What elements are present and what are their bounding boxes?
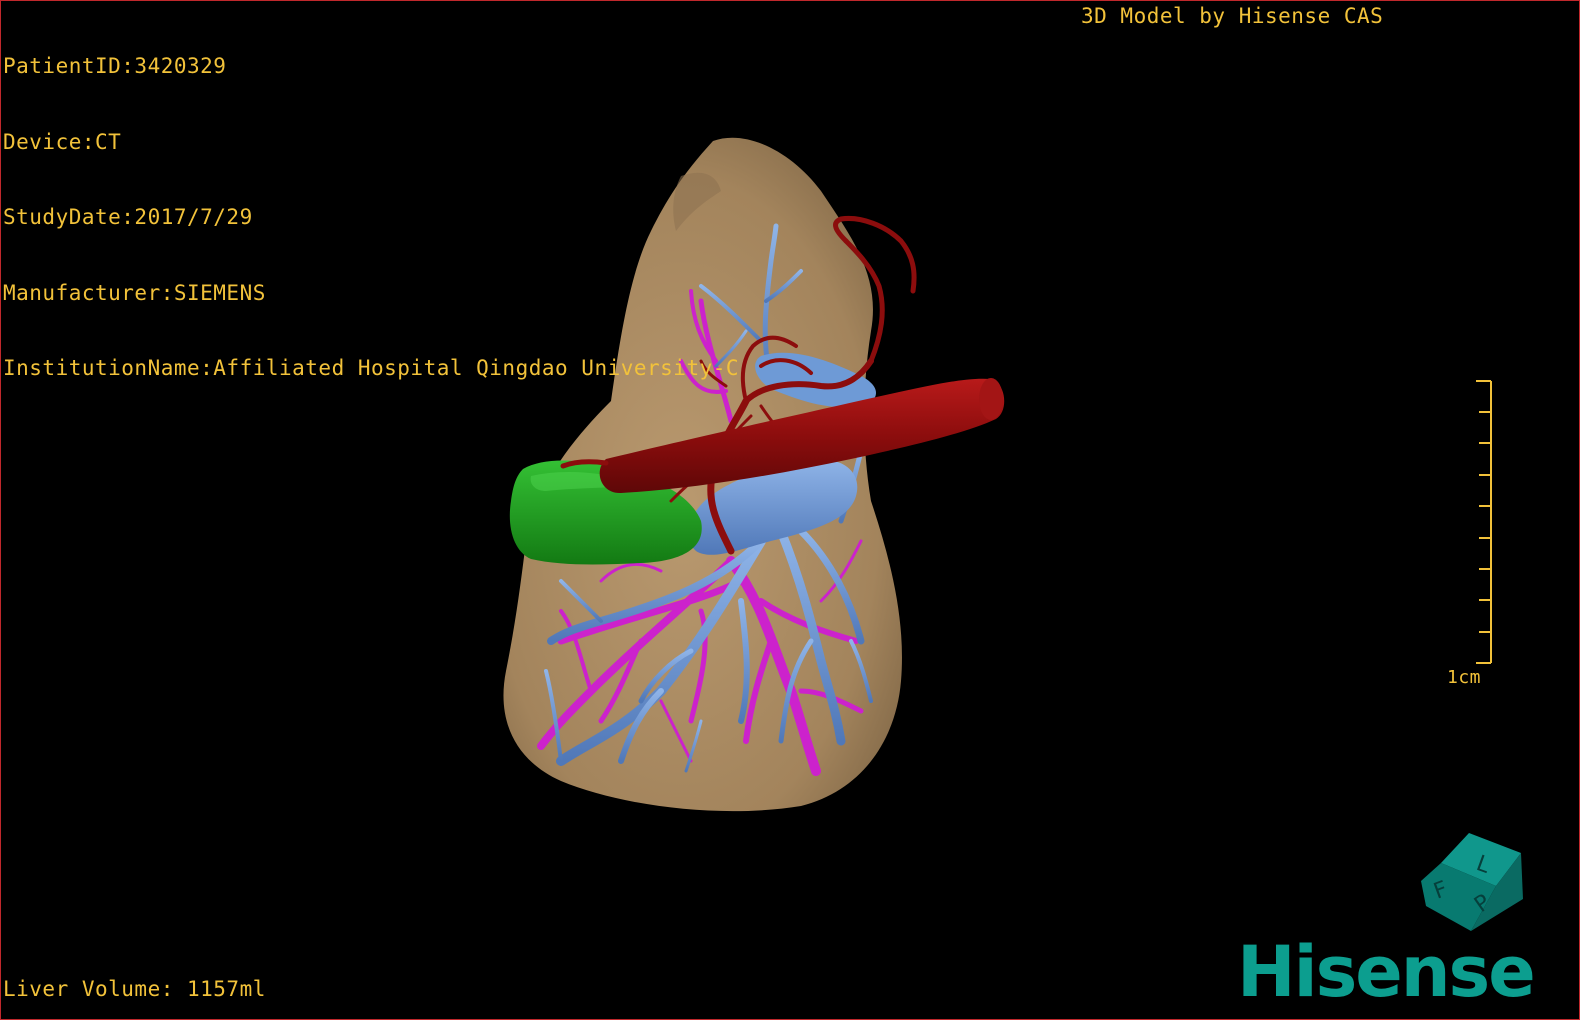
model-credit: 3D Model by Hisense CAS — [1081, 4, 1384, 28]
study-date: StudyDate:2017/7/29 — [3, 205, 253, 229]
patient-id: PatientID:3420329 — [3, 54, 227, 78]
institution-name: InstitutionName:Affiliated Hospital Qing… — [3, 356, 740, 380]
hisense-logo: Hisense — [1237, 931, 1536, 1013]
3d-viewport[interactable]: F L P PatientID:3420329 Device:CT StudyD… — [0, 0, 1580, 1020]
scale-bar-label: 1cm — [1447, 667, 1482, 688]
device: Device:CT — [3, 129, 122, 154]
dicom-info-panel: PatientID:3420329 Device:CT StudyDate:20… — [3, 4, 739, 432]
manufacturer: Manufacturer:SIEMENS — [3, 280, 266, 305]
liver-volume: Liver Volume: 1157ml — [3, 977, 266, 1001]
orientation-cube-icon[interactable]: F L P — [1421, 833, 1523, 931]
scale-bar — [1476, 380, 1492, 664]
major-vessel-end-cap — [979, 378, 1003, 420]
